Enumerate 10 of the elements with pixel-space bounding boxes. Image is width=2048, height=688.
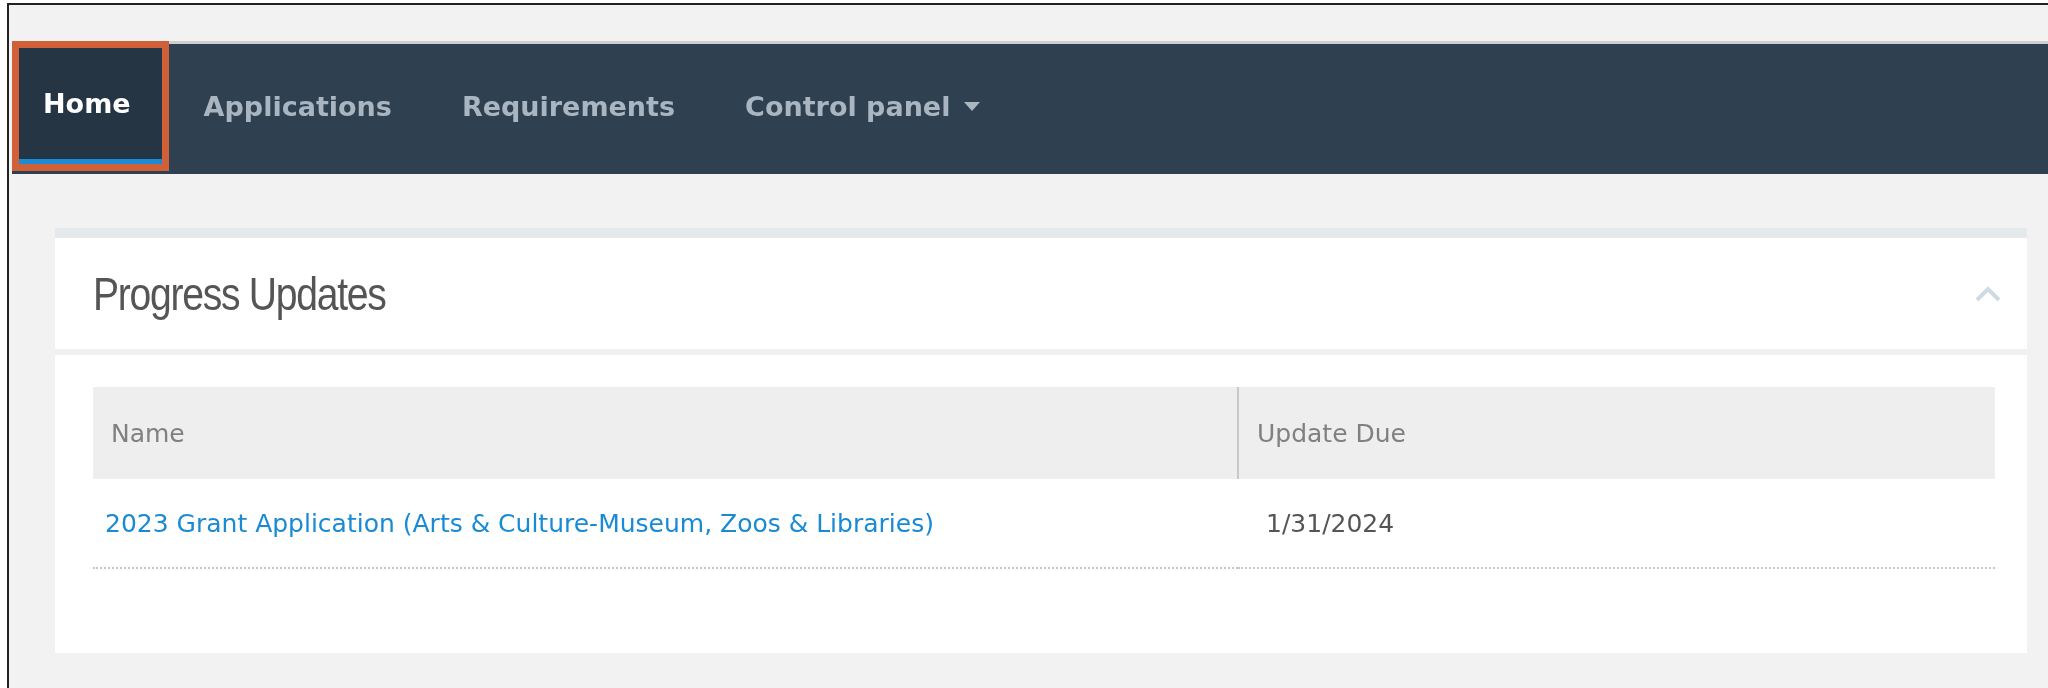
application-link[interactable]: 2023 Grant Application (Arts & Culture-Museum, Zoos & Libraries) — [105, 508, 934, 538]
table-cell: 1/31/2024 — [1238, 479, 1995, 568]
nav-tab[interactable]: Applications — [168, 44, 427, 174]
nav-tab[interactable]: Requirements — [426, 44, 711, 174]
column-header: Name — [93, 387, 1238, 479]
column-header: Update Due — [1238, 387, 1995, 479]
nav-tab[interactable]: Control panel — [710, 44, 1016, 174]
nav-tab[interactable]: Home — [19, 48, 162, 164]
panel-title: Progress Updates — [93, 266, 386, 321]
collapse-icon[interactable] — [1975, 285, 2001, 302]
